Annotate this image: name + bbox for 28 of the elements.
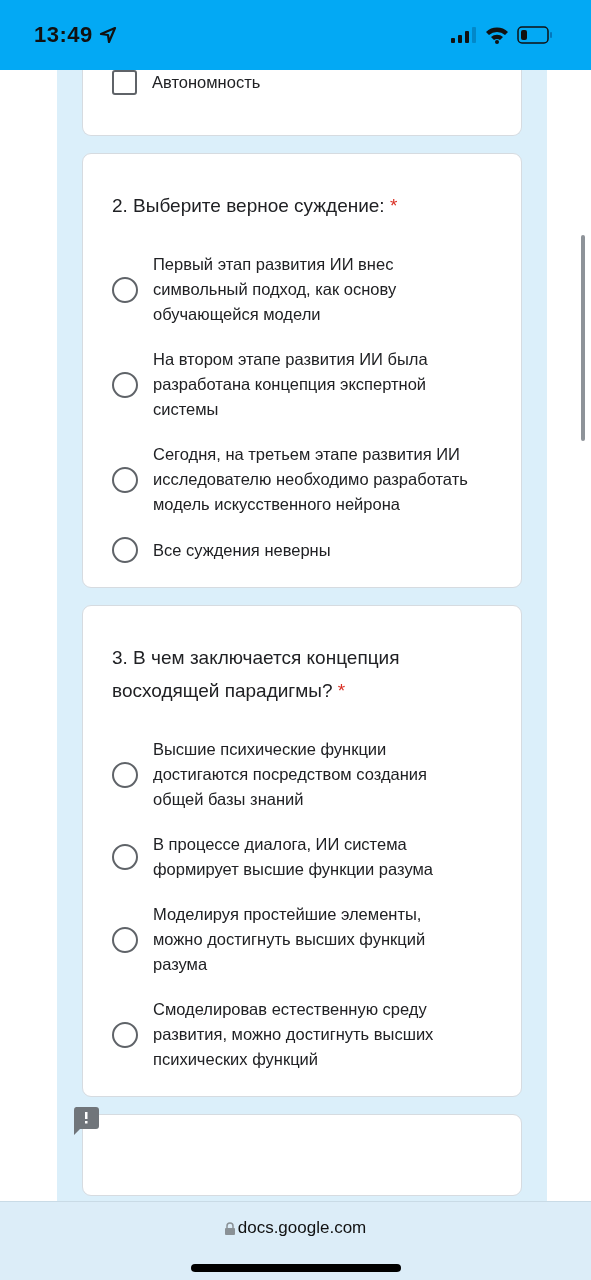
lock-icon xyxy=(224,1221,235,1235)
option-label: Высшие психические функции достигаются посредством создания общей базы знаний xyxy=(153,739,428,810)
radio-button[interactable] xyxy=(112,926,138,953)
option-label: Первый этап развития ИИ внес символьный подход, как основу обучающейся модели xyxy=(153,254,398,325)
question-title: 2. Выберите верное суждение: * xyxy=(112,194,399,218)
option-label: Сегодня, на третьем этапе развития ИИ исследователю необходимо разработать модель искусственного нейрона xyxy=(153,444,469,515)
option-label: Все суждения неверны xyxy=(153,539,331,561)
radio-button[interactable] xyxy=(112,466,138,493)
signal-icon xyxy=(451,27,477,43)
location-arrow-icon xyxy=(98,26,117,44)
scrollbar[interactable] xyxy=(581,235,585,441)
radio-button[interactable] xyxy=(112,371,138,398)
question-title: 3. В чем заключается концепция восходящей парадигмы? * xyxy=(112,646,401,703)
option-label: Моделируя простейшие элементы, можно достигнуть высших функций разума xyxy=(153,904,427,975)
radio-button[interactable] xyxy=(112,844,138,870)
clock-time: 13:49 xyxy=(34,22,93,48)
radio-button[interactable] xyxy=(112,1021,138,1048)
address-text[interactable]: docs.google.com xyxy=(237,1218,367,1238)
wifi-icon xyxy=(485,26,509,44)
battery-icon xyxy=(517,26,553,44)
radio-button[interactable] xyxy=(112,276,138,303)
option-label: В процессе диалога, ИИ система формирует высшие функции разума xyxy=(153,834,434,880)
radio-button[interactable] xyxy=(112,761,138,788)
option-label: На втором этапе развития ИИ была разработана концепция экспертной системы xyxy=(153,349,429,420)
checkbox[interactable] xyxy=(112,70,137,95)
option-label: Смоделировав естественную среду развития, можно достигнуть высших психических функций xyxy=(153,999,435,1070)
radio-button[interactable] xyxy=(112,537,138,563)
option-label: Автономность xyxy=(152,72,261,93)
